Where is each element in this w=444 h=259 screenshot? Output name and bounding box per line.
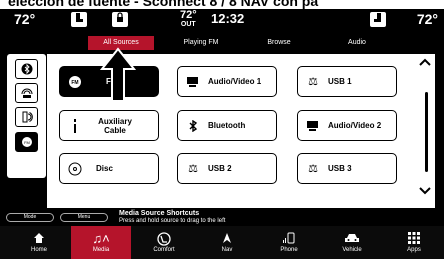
tab-audio[interactable]: Audio bbox=[324, 36, 390, 50]
nav-label: Media bbox=[92, 247, 110, 253]
source-label: USB 3 bbox=[328, 164, 352, 173]
source-label: Bluetooth bbox=[208, 121, 246, 130]
bluetooth-icon bbox=[178, 119, 208, 132]
disc-icon bbox=[60, 162, 90, 176]
shortcut-audio[interactable] bbox=[15, 107, 38, 127]
mode-button[interactable]: Mode bbox=[6, 213, 54, 222]
nav-home[interactable]: Home bbox=[9, 226, 69, 259]
scroll-down-chevron-icon[interactable] bbox=[419, 184, 431, 198]
shortcut-title: Media Source Shortcuts bbox=[119, 210, 200, 217]
menu-button[interactable]: Menu bbox=[60, 213, 108, 222]
usb-icon: ⚖ bbox=[188, 163, 198, 175]
nav-comfort[interactable]: Comfort bbox=[134, 226, 194, 259]
radio-icon: FM bbox=[60, 75, 90, 89]
satellite-radio-icon bbox=[21, 88, 32, 98]
source-bluetooth[interactable]: Bluetooth bbox=[177, 110, 277, 141]
usb-icon: ⚖ bbox=[308, 163, 318, 175]
home-icon bbox=[9, 226, 69, 246]
nav-label: Home bbox=[30, 247, 47, 253]
navigation-icon bbox=[197, 226, 257, 246]
pointer-arrow-icon bbox=[100, 47, 136, 102]
media-tabs: All Sources Playing FM Browse Audio bbox=[88, 36, 438, 50]
scroll-up-chevron-icon[interactable] bbox=[419, 56, 431, 70]
nav-apps[interactable]: Apps bbox=[384, 226, 444, 259]
nav-label: Apps bbox=[407, 247, 421, 253]
nav-media[interactable]: ♫˄ Media bbox=[71, 226, 131, 259]
svg-text:FM: FM bbox=[24, 140, 30, 145]
passenger-seat-icon[interactable] bbox=[370, 12, 386, 27]
passenger-temperature[interactable]: 72° bbox=[417, 11, 438, 27]
source-label: USB 1 bbox=[328, 77, 352, 86]
source-audio-video-2[interactable]: Audio/Video 2 bbox=[297, 110, 397, 141]
source-label: Disc bbox=[96, 164, 113, 173]
nav-nav[interactable]: Nav bbox=[197, 226, 257, 259]
source-label: Audio/Video 2 bbox=[328, 121, 382, 130]
shortcut-strip: Mode Menu Media Source Shortcuts Press a… bbox=[0, 208, 444, 226]
shortcut-fm[interactable]: FM bbox=[15, 132, 38, 152]
nav-label: Phone bbox=[280, 247, 298, 253]
driver-seat-icon[interactable] bbox=[71, 12, 87, 27]
outside-temp-value: 72° bbox=[180, 9, 197, 21]
shortcut-sirius[interactable] bbox=[15, 83, 38, 103]
nav-phone[interactable]: Phone bbox=[259, 226, 319, 259]
video-icon bbox=[298, 120, 328, 132]
nav-label: Nav bbox=[221, 247, 233, 253]
bluetooth-icon bbox=[21, 63, 32, 75]
video-icon bbox=[178, 76, 208, 88]
nav-vehicle[interactable]: Vehicle bbox=[322, 226, 382, 259]
source-usb-1[interactable]: ⚖ USB 1 bbox=[297, 66, 397, 97]
outside-temp-label: OUT bbox=[180, 21, 196, 28]
shortcut-subtitle: Press and hold source to drag to the lef… bbox=[119, 218, 226, 224]
outside-temperature: 72° OUT bbox=[180, 10, 197, 29]
speaker-icon bbox=[22, 111, 33, 123]
tab-playing-fm[interactable]: Playing FM bbox=[168, 36, 234, 50]
phone-icon bbox=[259, 226, 319, 246]
scrollbar[interactable] bbox=[425, 92, 428, 172]
bottom-nav: Home ♫˄ Media Comfort Nav Phone Vehicle … bbox=[0, 226, 444, 259]
seat-icon bbox=[134, 226, 194, 246]
music-icon: ♫˄ bbox=[92, 231, 110, 246]
aux-icon bbox=[60, 118, 90, 133]
clock: 12:32 bbox=[211, 11, 245, 26]
source-usb-3[interactable]: ⚖ USB 3 bbox=[297, 153, 397, 184]
source-label: USB 2 bbox=[208, 164, 232, 173]
tab-browse[interactable]: Browse bbox=[246, 36, 312, 50]
nav-label: Comfort bbox=[153, 247, 175, 253]
driver-temperature[interactable]: 72° bbox=[14, 11, 35, 27]
source-auxiliary-cable[interactable]: Auxiliary Cable bbox=[59, 110, 159, 141]
apps-grid-icon bbox=[384, 226, 444, 246]
source-label: Auxiliary Cable bbox=[98, 116, 132, 135]
source-label: Audio/Video 1 bbox=[208, 77, 262, 86]
source-shortcut-panel: FM bbox=[7, 54, 46, 178]
caption-text: elección de fuente - Sconnect 8 / 8 NAV … bbox=[8, 0, 319, 9]
source-usb-2[interactable]: ⚖ USB 2 bbox=[177, 153, 277, 184]
nav-label: Vehicle bbox=[342, 247, 362, 253]
source-disc[interactable]: Disc bbox=[59, 153, 159, 184]
status-bar: 72° 72° OUT 12:32 72° bbox=[0, 9, 444, 31]
radio-icon: FM bbox=[21, 137, 32, 147]
usb-icon: ⚖ bbox=[308, 76, 318, 88]
shortcut-bluetooth[interactable] bbox=[15, 59, 38, 79]
caption-banner: elección de fuente - Sconnect 8 / 8 NAV … bbox=[0, 0, 444, 9]
car-icon bbox=[322, 226, 382, 246]
source-audio-video-1[interactable]: Audio/Video 1 bbox=[177, 66, 277, 97]
lock-icon[interactable] bbox=[112, 12, 128, 27]
svg-text:FM: FM bbox=[71, 80, 78, 86]
